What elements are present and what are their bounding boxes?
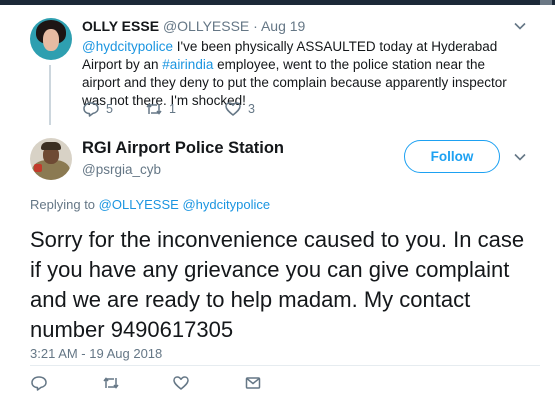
display-name[interactable]: RGI Airport Police Station xyxy=(82,139,284,158)
retweet-button[interactable] xyxy=(102,373,120,393)
reply-count: 5 xyxy=(106,102,113,116)
reply-button[interactable]: 5 xyxy=(82,99,113,119)
heart-icon xyxy=(173,376,189,390)
handle[interactable]: @psrgia_cyb xyxy=(82,162,161,177)
mention-link[interactable]: @hydcitypolice xyxy=(182,197,270,212)
avatar[interactable] xyxy=(30,18,72,60)
heart-icon xyxy=(225,102,241,116)
retweet-button[interactable]: 1 xyxy=(145,99,176,119)
tweet-date[interactable]: Aug 19 xyxy=(261,18,305,34)
like-count: 3 xyxy=(248,102,255,116)
like-button[interactable]: 3 xyxy=(224,99,255,119)
retweet-count: 1 xyxy=(169,102,176,116)
handle[interactable]: @OLLYESSE xyxy=(163,18,249,34)
reply-button[interactable] xyxy=(30,373,48,393)
like-button[interactable] xyxy=(172,373,190,393)
reply-icon xyxy=(83,102,99,117)
mention-link[interactable]: @hydcitypolice xyxy=(82,39,173,54)
retweet-icon xyxy=(146,103,162,115)
thread-connector xyxy=(49,65,51,125)
envelope-icon xyxy=(245,377,261,389)
tweet-text: Sorry for the inconvenience caused to yo… xyxy=(30,227,525,342)
avatar[interactable] xyxy=(30,138,72,180)
replying-prefix: Replying to xyxy=(30,197,99,212)
tweet-actions xyxy=(30,373,330,395)
tweet-actions: 5 1 3 xyxy=(82,99,332,119)
parent-tweet[interactable]: OLLY ESSE @OLLYESSE · Aug 19 @hydcitypol… xyxy=(0,5,555,130)
hashtag-link[interactable]: #airindia xyxy=(162,57,213,72)
divider xyxy=(30,365,540,366)
tweet-header: OLLY ESSE @OLLYESSE · Aug 19 xyxy=(82,18,305,34)
chevron-down-icon[interactable] xyxy=(513,19,527,33)
mention-link[interactable]: @OLLYESSE xyxy=(99,197,179,212)
reply-icon xyxy=(31,376,47,391)
follow-button[interactable]: Follow xyxy=(404,140,500,173)
chevron-down-icon[interactable] xyxy=(513,150,527,164)
display-name[interactable]: OLLY ESSE xyxy=(82,18,159,34)
tweet-timestamp[interactable]: 3:21 AM - 19 Aug 2018 xyxy=(30,346,162,361)
separator: · xyxy=(253,18,258,34)
retweet-icon xyxy=(103,377,119,389)
direct-message-button[interactable] xyxy=(244,373,262,393)
replying-to: Replying to @OLLYESSE @hydcitypolice xyxy=(30,197,270,212)
